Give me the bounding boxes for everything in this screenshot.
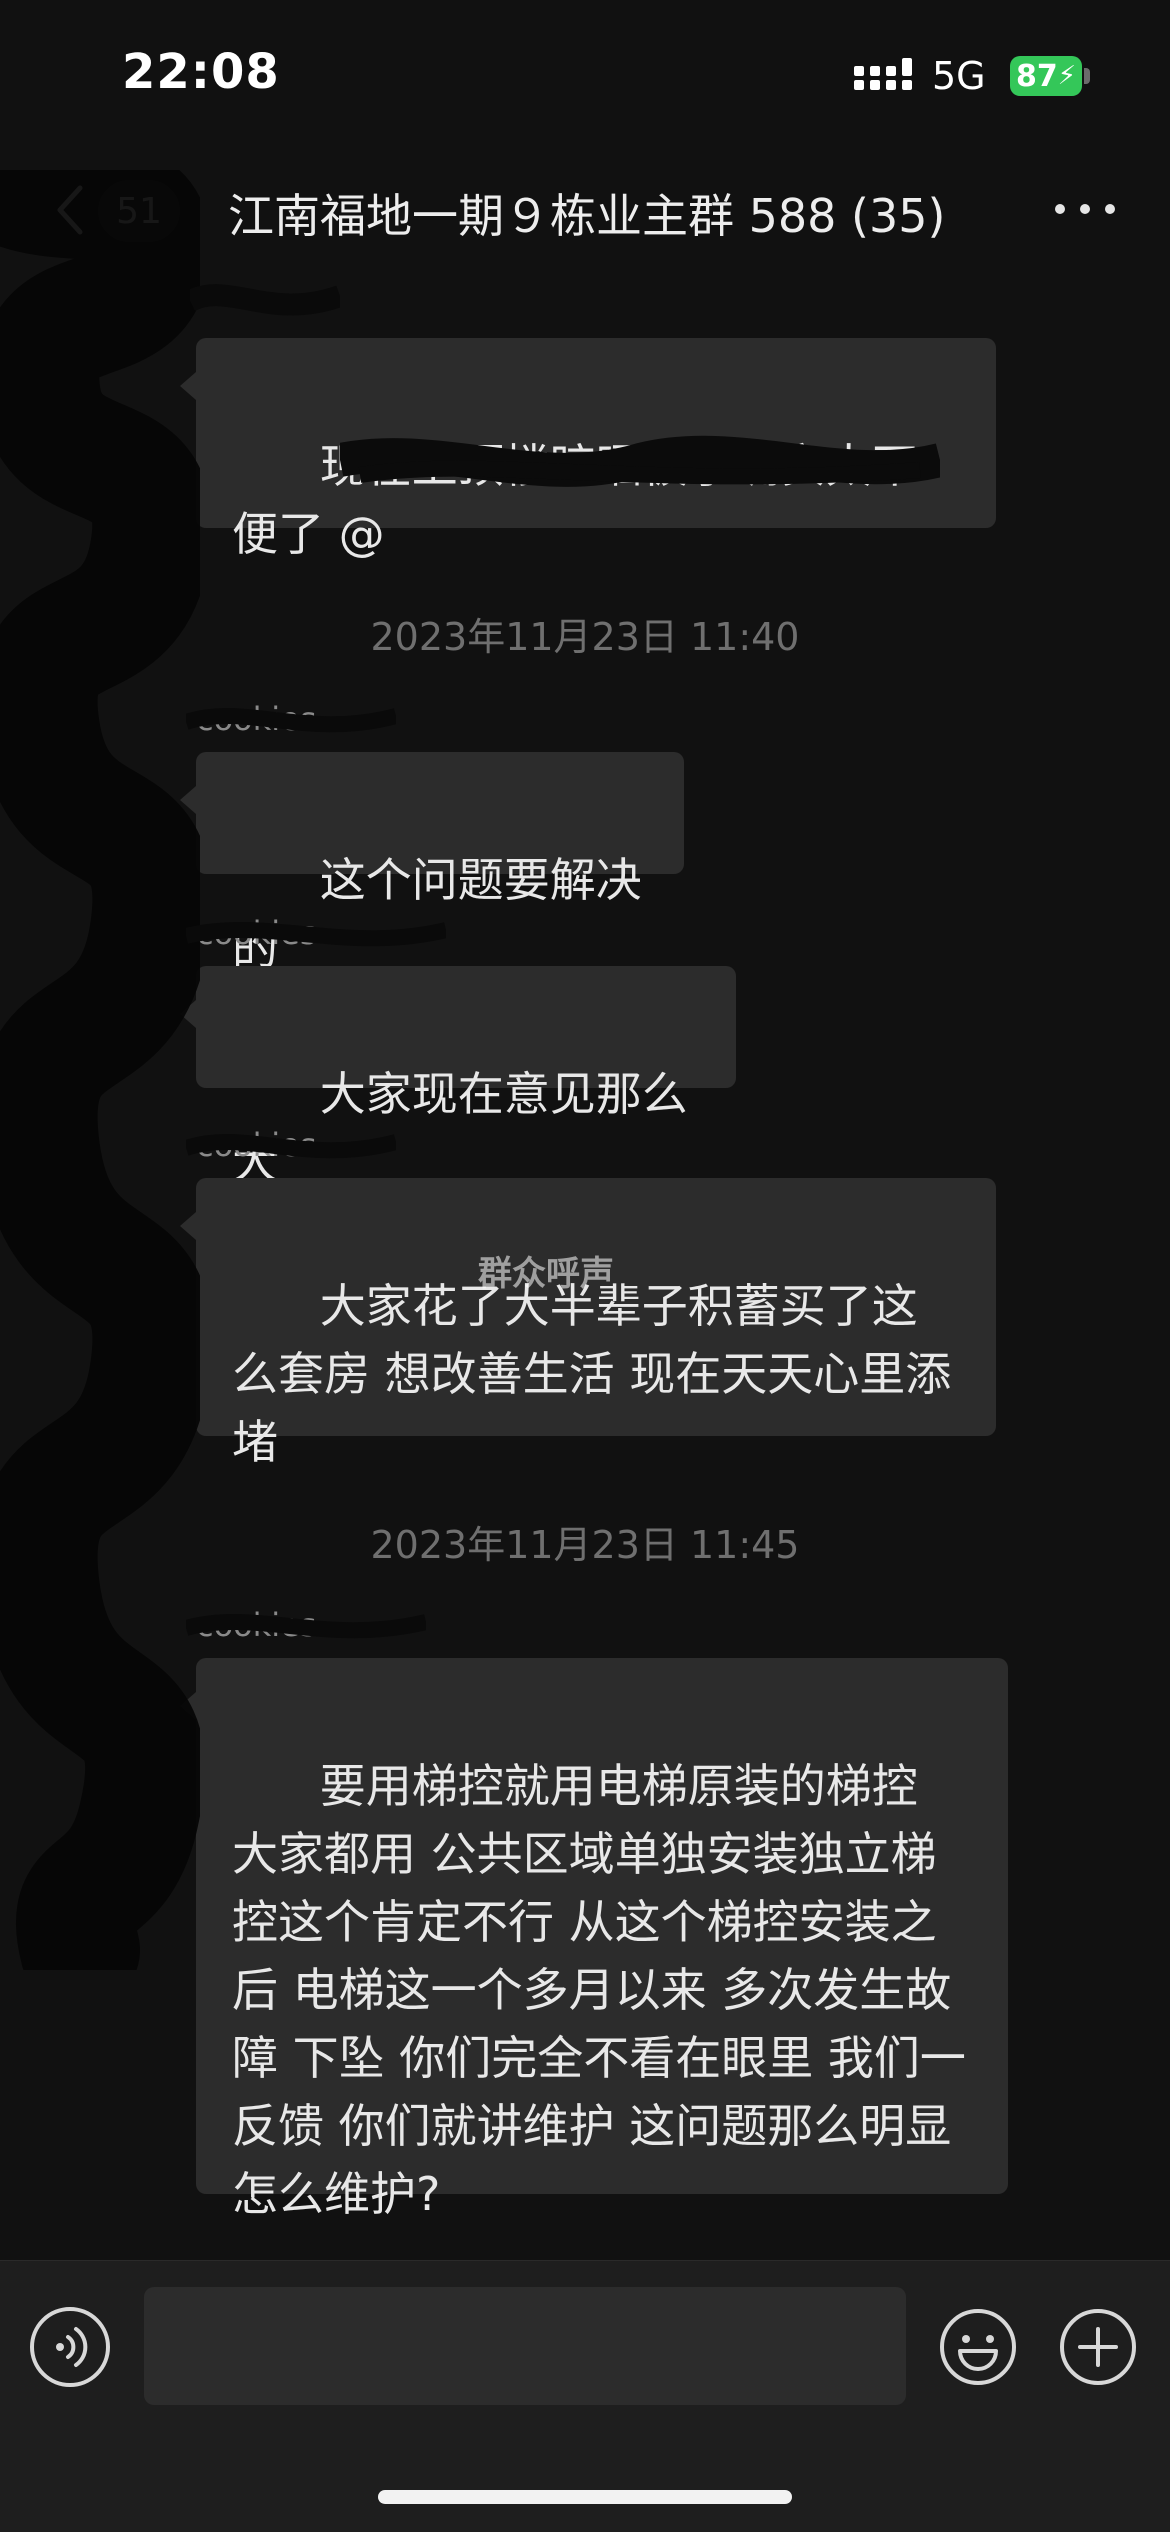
status-time: 22:08 bbox=[122, 44, 280, 100]
sender-name: cookies bbox=[196, 1606, 317, 1644]
chat-screen: 22:08 5G 87 ⚡ 51 江南福地一期９栋业主群 588 (35) 现在… bbox=[0, 0, 1170, 2532]
battery-icon: 87 ⚡ bbox=[1010, 56, 1082, 96]
plus-icon[interactable] bbox=[1058, 2307, 1138, 2387]
back-icon[interactable] bbox=[50, 180, 90, 240]
watermark: 群众呼声 bbox=[478, 1254, 614, 1294]
message-bubble[interactable]: 现在上顶楼晾晒被子确实太不便了 @ bbox=[180, 338, 996, 561]
more-icon[interactable] bbox=[1050, 194, 1120, 224]
unread-badge[interactable]: 51 bbox=[98, 180, 180, 242]
signal-icon bbox=[854, 58, 912, 90]
home-indicator bbox=[378, 2490, 792, 2504]
network-type: 5G bbox=[932, 54, 986, 98]
sender-name: cookies bbox=[196, 1126, 317, 1164]
message-bubble[interactable]: 大家现在意见那么大 bbox=[180, 966, 736, 1189]
charging-icon: ⚡ bbox=[1057, 61, 1076, 91]
sender-name: cookies bbox=[196, 914, 317, 952]
voice-icon bbox=[56, 2327, 88, 2367]
sender-name: cookies bbox=[196, 700, 317, 738]
chat-title: 江南福地一期９栋业主群 588 (35) bbox=[228, 189, 946, 243]
voice-button[interactable] bbox=[30, 2307, 110, 2387]
message-input[interactable] bbox=[144, 2287, 906, 2405]
message-bubble[interactable]: 这个问题要解决的 bbox=[180, 752, 684, 975]
emoji-icon[interactable] bbox=[938, 2307, 1018, 2387]
message-bubble[interactable]: 大家花了大半辈子积蓄买了这么套房 想改善生活 现在天天心里添堵 bbox=[180, 1178, 996, 1469]
message-text: 大家花了大半辈子积蓄买了这么套房 想改善生活 现在天天心里添堵 bbox=[232, 1279, 952, 1469]
status-bar: 22:08 5G 87 ⚡ bbox=[0, 0, 1170, 150]
message-bubble[interactable]: 要用梯控就用电梯原装的梯控 大家都用 公共区域单独安装独立梯控这个肯定不行 从这… bbox=[180, 1658, 1008, 2221]
timestamp: 2023年11月23日 11:40 bbox=[370, 615, 800, 659]
message-text: 现在上顶楼晾晒被子确实太不便了 @ bbox=[232, 439, 918, 561]
timestamp: 2023年11月23日 11:45 bbox=[370, 1523, 800, 1567]
battery-cap bbox=[1084, 68, 1090, 84]
message-text: 要用梯控就用电梯原装的梯控 大家都用 公共区域单独安装独立梯控这个肯定不行 从这… bbox=[232, 1759, 966, 2221]
chat-header: 51 江南福地一期９栋业主群 588 (35) bbox=[0, 150, 1170, 270]
battery-level: 87 bbox=[1015, 58, 1058, 94]
